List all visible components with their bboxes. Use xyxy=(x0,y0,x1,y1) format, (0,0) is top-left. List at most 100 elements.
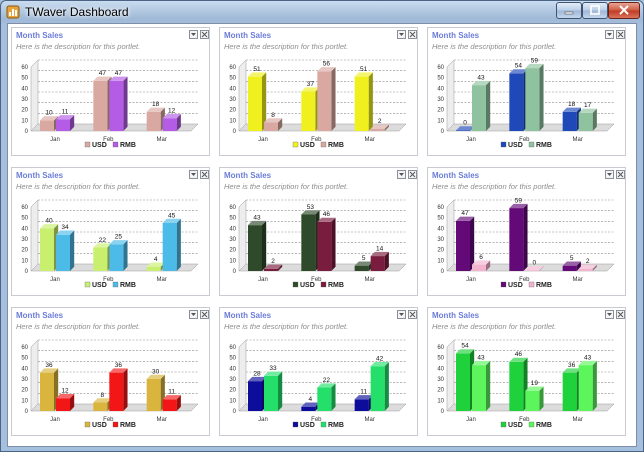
portlet-close-button[interactable] xyxy=(408,310,417,319)
bar-value-label: 46 xyxy=(323,211,331,218)
bar xyxy=(317,71,332,131)
bar-side xyxy=(470,216,475,271)
x-tick-label: Jan xyxy=(50,277,60,283)
y-tick-label: 30 xyxy=(437,97,444,103)
portlet-description: Here is the description for this portlet… xyxy=(224,322,349,331)
portlet-close-button[interactable] xyxy=(616,170,625,179)
portlet-menu-button[interactable] xyxy=(605,30,614,39)
portlet-menu-button[interactable] xyxy=(189,170,198,179)
y-tick-label: 0 xyxy=(441,129,445,135)
bar-value-label: 2 xyxy=(271,258,275,265)
portlet-8: Month Sales Here is the description for … xyxy=(219,307,418,436)
minimize-button[interactable] xyxy=(556,2,582,19)
y-tick-label: 50 xyxy=(229,216,236,222)
portlet-menu-button[interactable] xyxy=(605,310,614,319)
y-tick-label: 40 xyxy=(229,226,236,232)
portlet-close-button[interactable] xyxy=(200,30,209,39)
portlet-menu-button[interactable] xyxy=(605,170,614,179)
x-tick-label: Jan xyxy=(258,417,268,423)
bar xyxy=(162,399,177,411)
chevron-down-icon xyxy=(399,33,404,36)
x-tick-label: Mar xyxy=(156,417,166,423)
portlet-close-button[interactable] xyxy=(408,170,417,179)
bar xyxy=(109,372,124,411)
bar-value-label: 4 xyxy=(154,256,158,263)
portlet-menu-button[interactable] xyxy=(189,310,198,319)
bar-value-label: 22 xyxy=(99,237,107,244)
y-tick-label: 40 xyxy=(437,86,444,92)
x-tick-label: Mar xyxy=(572,137,582,143)
portlet-title: Month Sales xyxy=(224,171,272,180)
close-button[interactable] xyxy=(608,2,640,19)
legend-swatch xyxy=(112,281,119,288)
portlet-close-button[interactable] xyxy=(616,310,625,319)
bar-chart: 0102030405060476Jan590Feb5 2MarUSD RMB xyxy=(437,197,615,289)
portlet-menu-button[interactable] xyxy=(397,310,406,319)
bar xyxy=(40,120,54,131)
chart-side-wall xyxy=(446,339,455,412)
legend-label: USD xyxy=(92,142,107,149)
chart-side-wall xyxy=(446,199,455,272)
title-bar[interactable]: TWaver Dashboard xyxy=(1,1,643,23)
bar xyxy=(248,225,262,271)
y-tick-label: 0 xyxy=(25,129,29,135)
bar xyxy=(370,128,385,131)
y-tick-label: 0 xyxy=(233,409,237,415)
bar xyxy=(456,220,470,271)
bar-value-label: 51 xyxy=(360,66,368,73)
bar-side xyxy=(486,80,491,131)
close-icon xyxy=(409,311,416,318)
chevron-down-icon xyxy=(191,173,196,176)
bar-value-label: 12 xyxy=(168,108,176,115)
portlet-2: Month Sales Here is the description for … xyxy=(219,27,418,156)
bar xyxy=(370,256,385,271)
portlet-close-button[interactable] xyxy=(200,310,209,319)
y-tick-label: 10 xyxy=(437,118,444,124)
legend-label: USD xyxy=(508,422,523,429)
app-icon xyxy=(6,5,20,19)
portlet-close-button[interactable] xyxy=(408,30,417,39)
bar-value-label: 30 xyxy=(152,368,160,375)
portlet-title: Month Sales xyxy=(432,311,480,320)
bar xyxy=(562,372,577,411)
legend-label: RMB xyxy=(328,282,344,289)
bar-value-label: 11 xyxy=(168,389,175,396)
y-tick-label: 30 xyxy=(229,97,236,103)
portlet-title: Month Sales xyxy=(16,31,64,40)
portlet-description: Here is the description for this portlet… xyxy=(16,322,141,331)
minimize-icon xyxy=(564,11,574,15)
bar-value-label: 54 xyxy=(461,343,469,350)
chart-side-wall xyxy=(238,199,247,272)
portlet-menu-button[interactable] xyxy=(397,170,406,179)
portlet-close-button[interactable] xyxy=(200,170,209,179)
bar-value-label: 14 xyxy=(376,245,384,252)
bar-side xyxy=(278,371,283,411)
y-tick-label: 10 xyxy=(21,118,28,124)
legend-swatch xyxy=(84,141,91,148)
bar-value-label: 25 xyxy=(115,234,123,241)
bar-value-label: 10 xyxy=(45,110,53,117)
y-tick-label: 10 xyxy=(229,258,236,264)
bar-chart: 0102030405060043Jan5459Feb18 17MarUSD RMB xyxy=(437,57,615,149)
bar-value-label: 17 xyxy=(584,102,592,109)
y-tick-label: 60 xyxy=(229,205,236,211)
legend-swatch xyxy=(528,281,535,288)
bar xyxy=(40,228,54,271)
bar-value-label: 18 xyxy=(568,101,576,108)
bar-value-label: 4 xyxy=(309,396,313,403)
y-tick-label: 0 xyxy=(441,269,445,275)
portlet-description: Here is the description for this portlet… xyxy=(432,42,557,51)
y-tick-label: 30 xyxy=(437,377,444,383)
legend-swatch xyxy=(292,281,299,288)
bar-value-label: 33 xyxy=(269,365,277,372)
x-tick-label: Mar xyxy=(364,417,374,423)
maximize-button[interactable] xyxy=(582,2,608,19)
portlet-close-button[interactable] xyxy=(616,30,625,39)
y-tick-label: 40 xyxy=(21,226,28,232)
portlet-menu-button[interactable] xyxy=(189,30,198,39)
y-tick-label: 60 xyxy=(437,205,444,211)
bar-value-label: 2 xyxy=(378,118,382,125)
legend-swatch xyxy=(528,421,535,428)
portlet-menu-button[interactable] xyxy=(397,30,406,39)
bar-side xyxy=(331,217,336,271)
